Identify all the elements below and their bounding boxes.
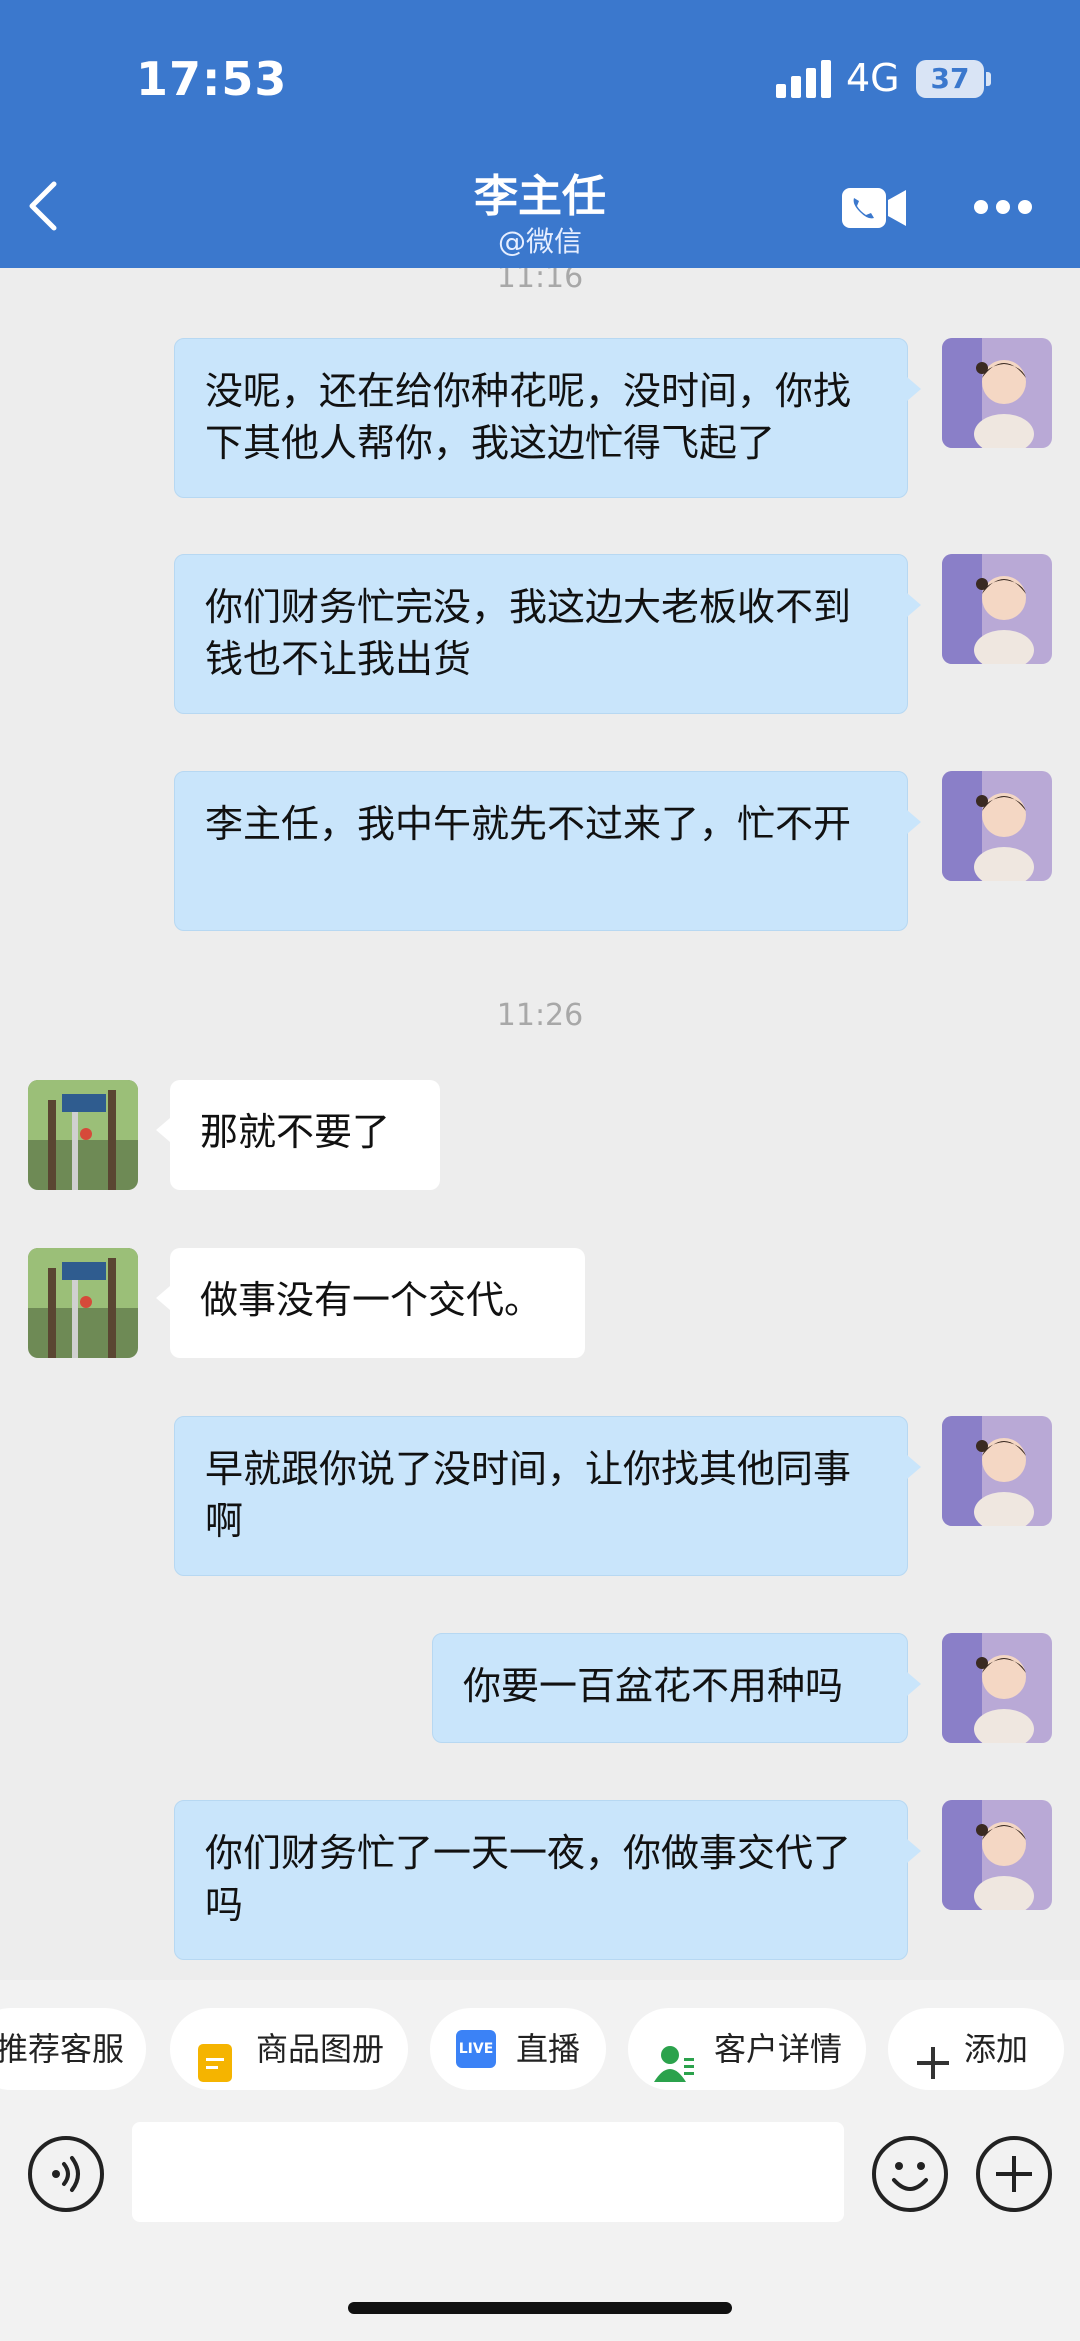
more-icon[interactable]	[974, 200, 1034, 216]
network-type: 4G	[846, 56, 900, 100]
customer-icon	[654, 2030, 694, 2082]
message-bubble[interactable]: 李主任，我中午就先不过来了，忙不开	[174, 771, 921, 931]
battery-tip	[986, 72, 991, 86]
message-bubble[interactable]: 那就不要了	[156, 1080, 440, 1190]
signal-icon	[776, 60, 832, 98]
message-input[interactable]	[132, 2122, 844, 2222]
quick-action-bar: 推荐客服 商品图册 LIVE 直播 客户详情 添加	[0, 1980, 1080, 2116]
contact-avatar[interactable]	[28, 1248, 138, 1358]
status-time: 17:53	[136, 52, 288, 106]
chip-label: 客户详情	[714, 2030, 843, 2068]
my-avatar[interactable]	[942, 771, 1052, 881]
message-bubble[interactable]: 你们财务忙完没，我这边大老板收不到钱也不让我出货	[174, 554, 921, 714]
voice-icon[interactable]	[28, 2136, 104, 2212]
chat-subtitle: @微信	[497, 225, 582, 258]
chip-label: 商品图册	[256, 2030, 385, 2068]
timestamp: 11:16	[496, 268, 584, 295]
message-bubble[interactable]: 你们财务忙了一天一夜，你做事交代了吗	[174, 1800, 921, 1960]
chip-label: 添加	[964, 2030, 1029, 2068]
contact-avatar[interactable]	[28, 1080, 138, 1190]
chat-header: 17:53 4G 37 李主任 @微信	[0, 0, 1080, 268]
message-bubble[interactable]: 你要一百盆花不用种吗	[432, 1633, 921, 1743]
my-avatar[interactable]	[942, 1416, 1052, 1526]
live-icon: LIVE	[456, 2030, 496, 2068]
chip-recommend-service[interactable]: 推荐客服	[0, 2008, 146, 2090]
chat-title: 李主任	[474, 171, 606, 222]
timestamp: 11:26	[496, 998, 584, 1033]
catalog-icon	[196, 2030, 234, 2082]
message-bubble[interactable]: 没呢，还在给你种花呢，没时间，你找下其他人帮你，我这边忙得飞起了	[174, 338, 921, 498]
plus-icon[interactable]	[976, 2136, 1052, 2212]
home-indicator[interactable]	[348, 2302, 732, 2314]
video-call-icon[interactable]	[842, 186, 908, 230]
chip-label: 推荐客服	[0, 2030, 125, 2068]
my-avatar[interactable]	[942, 554, 1052, 664]
emoji-icon[interactable]	[872, 2136, 948, 2212]
chip-add[interactable]: 添加	[888, 2008, 1064, 2090]
message-bubble[interactable]: 做事没有一个交代。	[156, 1248, 585, 1358]
message-bubble[interactable]: 早就跟你说了没时间，让你找其他同事啊	[174, 1416, 921, 1576]
chip-live[interactable]: LIVE 直播	[430, 2008, 606, 2090]
my-avatar[interactable]	[942, 338, 1052, 448]
my-avatar[interactable]	[942, 1633, 1052, 1743]
chip-customer-details[interactable]: 客户详情	[628, 2008, 866, 2090]
battery-icon: 37	[916, 60, 984, 98]
chip-label: 直播	[516, 2030, 581, 2068]
my-avatar[interactable]	[942, 1800, 1052, 1910]
chat-area[interactable]: 11:16 没呢，还在给你种花呢，没时间，你找下其他人帮你，我这边忙得飞起了 你…	[0, 268, 1080, 1980]
plus-icon	[914, 2030, 952, 2079]
chip-product-catalog[interactable]: 商品图册	[170, 2008, 408, 2090]
